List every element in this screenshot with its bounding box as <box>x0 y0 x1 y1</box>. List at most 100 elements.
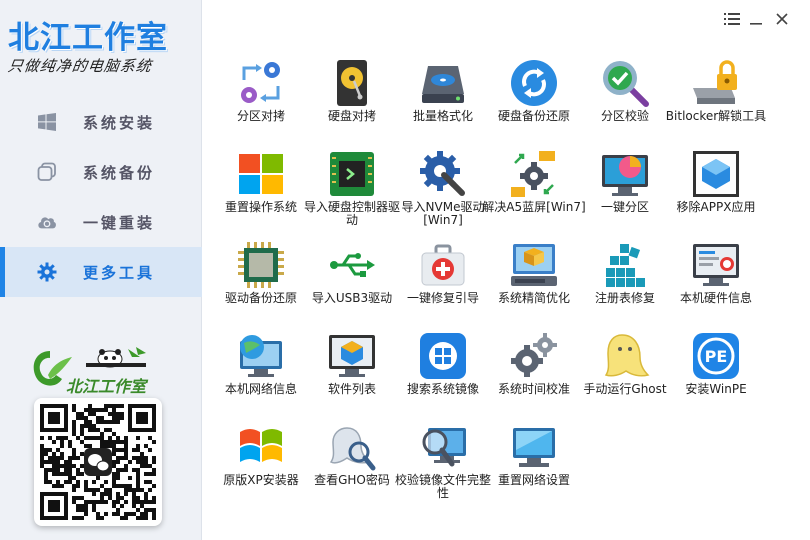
tool-partition-check[interactable]: 分区校验 <box>577 58 673 144</box>
logo-text: 北江工作室 <box>66 377 147 396</box>
tool-label: 本机硬件信息 <box>679 291 752 305</box>
minimize-button[interactable] <box>745 10 767 30</box>
gear-icon <box>37 262 57 282</box>
tool-run-ghost[interactable]: 手动运行Ghost <box>577 331 673 417</box>
search-image-icon <box>420 333 466 379</box>
tool-label: 驱动备份还原 <box>224 291 297 305</box>
one-key-partition-icon <box>602 155 648 196</box>
windows-icon <box>37 112 57 132</box>
a5-fix-icon <box>511 151 555 197</box>
batch-format-icon <box>422 66 464 103</box>
tool-network-info[interactable]: 本机网络信息 <box>213 331 309 417</box>
first-aid-icon <box>421 244 465 286</box>
sidebar-item-label: 系统安装 <box>83 113 156 132</box>
tool-import-usb3-driver[interactable]: 导入USB3驱动 <box>304 240 400 326</box>
tool-import-nvme-driver[interactable]: 导入NVMe驱动[Win7] <box>395 149 491 235</box>
tool-disk-backup-restore[interactable]: 硬盘备份还原 <box>486 58 582 144</box>
menu-button[interactable] <box>721 10 743 30</box>
brand-title: 北江工作室 <box>8 20 168 56</box>
tool-label: 手动运行Ghost <box>583 382 667 396</box>
tool-label: 注册表修复 <box>594 291 655 305</box>
tool-label: 移除APPX应用 <box>676 200 756 214</box>
tool-label: 软件列表 <box>327 382 376 396</box>
tool-software-list[interactable]: 软件列表 <box>304 331 400 417</box>
tool-hardware-info[interactable]: 本机硬件信息 <box>668 240 764 326</box>
wechat-qr-code <box>34 398 162 526</box>
disk-backup-icon <box>511 60 557 106</box>
studio-logo: 北江工作室 <box>28 345 178 396</box>
tool-label: 查看GHO密码 <box>314 473 390 487</box>
tool-remove-appx[interactable]: 移除APPX应用 <box>668 149 764 235</box>
tool-batch-format[interactable]: 批量格式化 <box>395 58 491 144</box>
partition-check-icon <box>603 61 649 107</box>
usb-icon <box>330 253 375 277</box>
pe-icon: PE <box>693 333 739 379</box>
tool-driver-backup-restore[interactable]: 驱动备份还原 <box>213 240 309 326</box>
nvme-gear-icon <box>420 151 465 196</box>
tool-label: 重置操作系统 <box>224 200 297 214</box>
gho-password-icon <box>329 427 376 471</box>
copy-icon <box>37 162 57 182</box>
tool-label: 搜索系统镜像 <box>406 382 479 396</box>
sidebar-item-system-backup[interactable]: 系统备份 <box>0 147 202 197</box>
tool-label: 本机网络信息 <box>224 382 297 396</box>
hardware-info-icon <box>693 244 739 286</box>
sidebar-item-label: 系统备份 <box>83 163 156 182</box>
appx-remove-icon <box>693 151 739 197</box>
tool-search-system-image[interactable]: 搜索系统镜像 <box>395 331 491 417</box>
tool-partition-copy[interactable]: 分区对拷 <box>213 58 309 144</box>
sidebar-item-label: 更多工具 <box>83 263 156 282</box>
tool-label: 硬盘备份还原 <box>497 109 570 123</box>
tool-reset-network[interactable]: 重置网络设置 <box>486 422 582 508</box>
sidebar-item-system-install[interactable]: 系统安装 <box>0 97 202 147</box>
sidebar-item-reinstall[interactable]: 一键重装 <box>0 197 202 247</box>
software-list-icon <box>329 335 375 377</box>
tool-import-disk-controller-driver[interactable]: 导入硬盘控制器驱动 <box>304 149 400 235</box>
tool-system-optimize[interactable]: 系统精简优化 <box>486 240 582 326</box>
registry-icon <box>606 244 645 287</box>
bitlocker-icon <box>693 60 737 104</box>
tool-label: 导入硬盘控制器驱动 <box>303 200 400 227</box>
tool-bitlocker-unlock[interactable]: Bitlocker解锁工具 <box>666 58 766 144</box>
tool-repair-boot[interactable]: 一键修复引导 <box>395 240 491 326</box>
verify-image-icon <box>422 428 466 467</box>
time-gears-icon <box>511 333 557 377</box>
close-icon <box>775 11 789 30</box>
tool-label: 一键修复引导 <box>406 291 479 305</box>
sidebar-item-label: 一键重装 <box>83 213 156 232</box>
tool-view-gho-password[interactable]: 查看GHO密码 <box>304 422 400 508</box>
menu-icon <box>724 11 740 30</box>
sidebar-item-more-tools[interactable]: 更多工具 <box>0 247 202 297</box>
network-reset-icon <box>513 428 555 467</box>
tool-reset-os[interactable]: 重置操作系统 <box>213 149 309 235</box>
tool-label: 系统时间校准 <box>497 382 570 396</box>
close-button[interactable] <box>771 10 793 30</box>
tool-label: Bitlocker解锁工具 <box>665 109 767 123</box>
tool-registry-repair[interactable]: 注册表修复 <box>577 240 673 326</box>
tool-label: 分区对拷 <box>236 109 285 123</box>
tool-install-winpe[interactable]: PE 安装WinPE <box>668 331 764 417</box>
disk-copy-icon <box>337 60 367 106</box>
tool-label: 校验镜像文件完整性 <box>394 473 491 500</box>
partition-copy-icon <box>241 62 280 103</box>
svg-text:PE: PE <box>705 347 728 366</box>
tool-fix-a5-bsod[interactable]: 解决A5蓝屏[Win7] <box>482 149 586 235</box>
tool-verify-image-integrity[interactable]: 校验镜像文件完整性 <box>395 422 491 508</box>
tool-disk-copy[interactable]: 硬盘对拷 <box>304 58 400 144</box>
system-optimize-icon <box>511 244 557 286</box>
tool-label: 硬盘对拷 <box>327 109 376 123</box>
tool-one-key-partition[interactable]: 一键分区 <box>577 149 673 235</box>
tool-label: 重置网络设置 <box>497 473 570 487</box>
controller-driver-icon <box>330 152 374 196</box>
sidebar: 北江工作室 只做纯净的电脑系统 系统安装 系统备份 一键重装 更多工具 北江工作… <box>0 0 202 540</box>
tool-label: 导入NVMe驱动[Win7] <box>401 200 485 227</box>
xp-icon <box>240 429 282 462</box>
chip-icon <box>238 242 284 288</box>
tool-label: 安装WinPE <box>685 382 747 396</box>
tool-label: 批量格式化 <box>412 109 473 123</box>
tool-xp-installer[interactable]: 原版XP安装器 <box>213 422 309 508</box>
tool-label: 分区校验 <box>600 109 649 123</box>
tool-time-calibration[interactable]: 系统时间校准 <box>486 331 582 417</box>
windows-reset-icon <box>239 154 283 194</box>
brand-subtitle: 只做纯净的电脑系统 <box>6 57 154 75</box>
